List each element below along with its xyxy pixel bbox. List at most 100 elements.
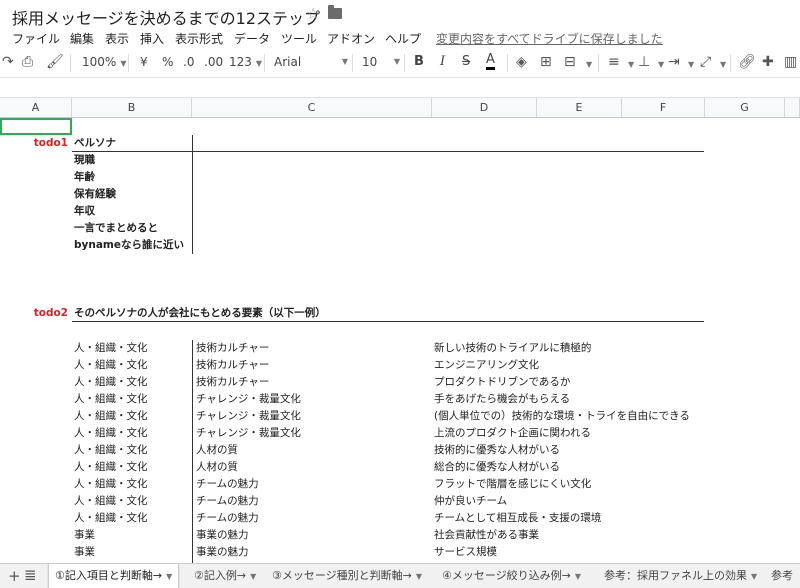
add-sheet-icon[interactable]: + — [8, 567, 21, 585]
toolbar-divider — [598, 54, 599, 72]
chevron-down-icon: ▼ — [120, 59, 127, 68]
menu-data[interactable]: データ — [234, 30, 270, 47]
font-select[interactable]: Arial ▼ — [274, 55, 348, 69]
increase-decimal-button[interactable]: .00 — [204, 55, 223, 69]
sheet-tab[interactable]: ④メッセージ絞り込み例→ ▼ — [436, 564, 587, 588]
font-name: Arial — [274, 55, 302, 69]
menu-tools[interactable]: ツール — [281, 30, 317, 47]
bold-button[interactable]: B — [414, 54, 424, 69]
column-header[interactable]: E — [537, 98, 622, 118]
formula-bar[interactable] — [0, 78, 800, 98]
persona-heading: ペルソナ — [74, 137, 116, 149]
sheet-tab-label: ③メッセージ種別と判断軸→ — [272, 569, 412, 582]
menu-addons[interactable]: アドオン — [327, 30, 375, 47]
chevron-down-icon: ▼ — [166, 572, 173, 581]
sheet-tab[interactable]: ③メッセージ種別と判断軸→ ▼ — [266, 564, 428, 588]
column-header[interactable]: C — [192, 98, 432, 118]
chevron-down-icon[interactable]: ▼ — [658, 60, 664, 69]
fill-color-icon[interactable]: ◈ — [516, 54, 527, 70]
more-formats-select[interactable]: 123 ▼ — [229, 55, 262, 69]
menu-file[interactable]: ファイル — [12, 30, 60, 47]
sheet-tab-label: ①記入項目と判断軸→ — [55, 569, 163, 582]
sheet-tab[interactable]: 参考 — [765, 564, 799, 588]
folder-icon[interactable] — [328, 5, 342, 19]
menu-insert[interactable]: 挿入 — [140, 30, 164, 47]
font-size-value: 10 — [362, 55, 378, 69]
table-cell: 人・組織・文化 — [74, 495, 148, 507]
sheet-tab[interactable]: ②記入例→ ▼ — [188, 564, 262, 588]
sheet-grid[interactable]: todo1 ペルソナ 現職 年齢 保有経験 年収 一言でまとめると byname… — [0, 118, 800, 563]
table-cell: 上流のプロダクト企画に関われる — [434, 427, 591, 439]
table-cell: チームの魅力 — [196, 512, 259, 524]
print-icon[interactable]: ⎙ — [22, 54, 33, 70]
insert-link-icon[interactable]: 🔗︎ — [738, 54, 756, 70]
paint-format-icon[interactable]: 🖌︎ — [46, 54, 64, 70]
star-icon[interactable]: ☆ — [306, 4, 320, 23]
column-header[interactable] — [785, 98, 800, 118]
strikethrough-button[interactable]: S — [462, 54, 470, 69]
table-cell: 人・組織・文化 — [74, 512, 148, 524]
column-header[interactable]: A — [0, 98, 72, 118]
save-status[interactable]: 変更内容をすべてドライブに保存しました — [436, 30, 663, 47]
column-header[interactable]: F — [622, 98, 705, 118]
sheet-tab-label: 参考：採用ファネル上の効果 — [604, 569, 747, 582]
font-size-select[interactable]: 10 ▼ — [362, 55, 400, 69]
horizontal-align-icon[interactable]: ≡ — [608, 54, 620, 70]
requirements-heading: そのペルソナの人が会社にもとめる要素（以下一例） — [74, 307, 326, 319]
sheet-tab-label: ②記入例→ — [194, 569, 247, 582]
currency-button[interactable]: ¥ — [140, 55, 148, 69]
table-cell: 社会貢献性がある事業 — [434, 529, 539, 541]
menu-view[interactable]: 表示 — [105, 30, 129, 47]
table-cell: 人・組織・文化 — [74, 410, 148, 422]
text-color-button[interactable]: A — [486, 53, 495, 70]
chevron-down-icon[interactable]: ▼ — [720, 60, 726, 69]
chevron-down-icon: ▼ — [574, 572, 582, 581]
chevron-down-icon[interactable]: ▼ — [628, 60, 634, 69]
table-cell: 人・組織・文化 — [74, 461, 148, 473]
todo-tag: todo1 — [33, 137, 68, 149]
table-cell: エンジニアリング文化 — [434, 359, 539, 371]
table-cell: チャレンジ・裁量文化 — [196, 427, 301, 439]
text-rotation-icon[interactable]: ⤢ — [700, 54, 711, 70]
all-sheets-icon[interactable]: ≣ — [24, 566, 37, 584]
insert-comment-icon[interactable]: ✚ — [762, 54, 774, 70]
column-header[interactable]: G — [705, 98, 785, 118]
table-cell: 人・組織・文化 — [74, 478, 148, 490]
decrease-decimal-button[interactable]: .0 — [183, 55, 194, 69]
text-wrap-icon[interactable]: ⇥ — [668, 54, 680, 70]
menu-help[interactable]: ヘルプ — [385, 30, 421, 47]
borders-icon[interactable]: ⊞ — [540, 54, 552, 70]
sheet-tab[interactable]: 参考：採用ファネル上の効果 ▼ — [598, 564, 763, 588]
percent-button[interactable]: % — [162, 55, 173, 69]
table-cell: 技術カルチャー — [196, 342, 270, 354]
table-cell: プロダクトドリブンであるか — [434, 376, 571, 388]
merge-cells-icon[interactable]: ⊟ — [564, 54, 576, 70]
table-cell: 技術カルチャー — [196, 376, 270, 388]
divider-line — [72, 321, 704, 322]
toolbar-divider — [128, 54, 129, 72]
persona-item: 年齢 — [74, 171, 95, 183]
document-title[interactable]: 採用メッセージを決めるまでの12ステップ — [12, 5, 320, 29]
column-header[interactable]: B — [72, 98, 192, 118]
menu-format[interactable]: 表示形式 — [175, 30, 223, 47]
sheet-tab[interactable]: ①記入項目と判断軸→ ▼ — [48, 564, 180, 588]
column-header[interactable]: D — [432, 98, 537, 118]
insert-chart-icon[interactable]: ▥ — [784, 54, 797, 70]
vertical-align-icon[interactable]: ⊥ — [638, 54, 650, 70]
redo-icon[interactable]: ↷ — [2, 54, 14, 70]
menu-bar: ファイル 編集 表示 挿入 表示形式 データ ツール アドオン ヘルプ 変更内容… — [0, 28, 800, 48]
chevron-down-icon[interactable]: ▼ — [688, 60, 694, 69]
menu-edit[interactable]: 編集 — [70, 30, 94, 47]
zoom-select[interactable]: 100% ▼ — [82, 55, 126, 69]
sheet-tab-bar: + ≣ ①記入項目と判断軸→ ▼ ②記入例→ ▼ ③メッセージ種別と判断軸→ ▼ ④メ… — [0, 563, 800, 588]
chevron-down-icon: ▼ — [415, 572, 423, 581]
italic-button[interactable]: I — [440, 54, 445, 69]
table-cell: フラットで階層を感じにくい文化 — [434, 478, 592, 490]
selected-cell[interactable] — [0, 118, 72, 135]
toolbar-divider — [730, 54, 731, 72]
persona-item: 一言でまとめると — [74, 222, 158, 234]
table-cell: チャレンジ・裁量文化 — [196, 410, 301, 422]
persona-item: 現職 — [74, 154, 95, 166]
chevron-down-icon[interactable]: ▼ — [586, 60, 592, 69]
toolbar-divider — [507, 54, 508, 72]
